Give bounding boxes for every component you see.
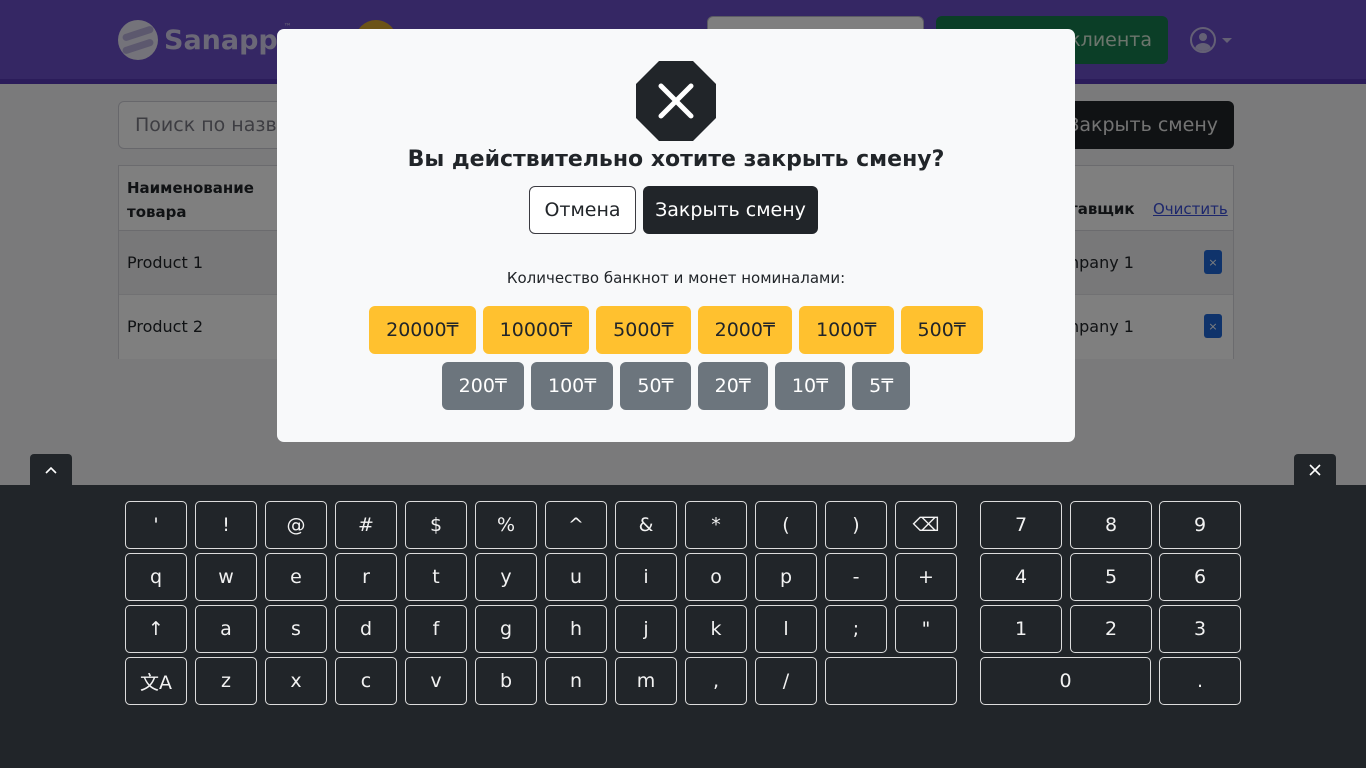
key[interactable]: u — [545, 553, 607, 601]
denomination-button[interactable]: 20₸ — [697, 362, 768, 410]
key[interactable]: ) — [825, 501, 887, 549]
key[interactable]: * — [685, 501, 747, 549]
denomination-button[interactable]: 100₸ — [531, 362, 614, 410]
key[interactable]: v — [405, 657, 467, 705]
denomination-button[interactable]: 20000₸ — [369, 306, 476, 354]
denomination-button[interactable]: 5₸ — [852, 362, 911, 410]
numpad-key[interactable]: 6 — [1159, 553, 1241, 601]
close-icon — [1309, 463, 1321, 476]
key[interactable]: n — [545, 657, 607, 705]
denomination-button[interactable]: 50₸ — [620, 362, 691, 410]
numpad-key[interactable]: 0 — [980, 657, 1151, 705]
dialog-title: Вы действительно хотите закрыть смену? — [407, 147, 945, 172]
key[interactable]: ! — [195, 501, 257, 549]
stop-x-icon — [636, 61, 716, 141]
bills-row: 20000₸ 10000₸ 5000₸ 2000₸ 1000₸ 500₸ — [277, 306, 1075, 354]
key[interactable]: j — [615, 605, 677, 653]
denomination-button[interactable]: 2000₸ — [697, 306, 793, 354]
key[interactable]: m — [615, 657, 677, 705]
shift-key[interactable]: ↑ — [125, 605, 187, 653]
denomination-button[interactable]: 200₸ — [441, 362, 524, 410]
space-key[interactable] — [825, 657, 957, 705]
numpad-key[interactable]: 3 — [1159, 605, 1241, 653]
key[interactable]: ' — [125, 501, 187, 549]
key[interactable]: x — [265, 657, 327, 705]
backspace-key[interactable]: ⌫ — [895, 501, 957, 549]
denomination-button[interactable]: 500₸ — [900, 306, 983, 354]
chevron-up-icon — [45, 466, 57, 474]
cancel-button[interactable]: Отмена — [529, 186, 636, 234]
key[interactable]: z — [195, 657, 257, 705]
key[interactable]: ( — [755, 501, 817, 549]
key[interactable]: , — [685, 657, 747, 705]
language-switch-key[interactable]: 文A — [125, 657, 187, 705]
numpad-key[interactable]: 4 — [980, 553, 1062, 601]
numpad-key[interactable]: 9 — [1159, 501, 1241, 549]
numpad-key[interactable]: 2 — [1070, 605, 1152, 653]
key[interactable]: q — [125, 553, 187, 601]
denomination-button[interactable]: 10000₸ — [482, 306, 590, 354]
key[interactable]: d — [335, 605, 397, 653]
denomination-button[interactable]: 5000₸ — [596, 306, 691, 354]
key[interactable]: r — [335, 553, 397, 601]
key[interactable]: e — [265, 553, 327, 601]
key[interactable]: $ — [405, 501, 467, 549]
denomination-button[interactable]: 1000₸ — [799, 306, 894, 354]
key[interactable]: h — [545, 605, 607, 653]
key[interactable]: p — [755, 553, 817, 601]
key[interactable]: y — [475, 553, 537, 601]
key[interactable]: a — [195, 605, 257, 653]
key[interactable]: k — [685, 605, 747, 653]
keyboard-collapse-button[interactable] — [30, 454, 72, 485]
denomination-button[interactable]: 10₸ — [774, 362, 846, 410]
key[interactable]: + — [895, 553, 957, 601]
confirm-close-shift-button[interactable]: Закрыть смену — [643, 186, 818, 234]
virtual-keyboard: '! @ # $% ^ & *() ⌫ q w e r t y u i o p - + ↑ a s d f g h j k l; " 文A z x… — [0, 485, 1366, 768]
key[interactable]: f — [405, 605, 467, 653]
key[interactable]: - — [825, 553, 887, 601]
key[interactable]: w — [195, 553, 257, 601]
keyboard-close-button[interactable] — [1294, 454, 1336, 485]
key[interactable]: s — [265, 605, 327, 653]
key[interactable]: ; — [825, 605, 887, 653]
numpad-key[interactable]: . — [1159, 657, 1241, 705]
key[interactable]: o — [685, 553, 747, 601]
key[interactable]: l — [755, 605, 817, 653]
key[interactable]: g — [475, 605, 537, 653]
numpad-key[interactable]: 5 — [1070, 553, 1152, 601]
numpad-key[interactable]: 1 — [980, 605, 1062, 653]
denominations-label: Количество банкнот и монет номиналами: — [506, 269, 846, 287]
key[interactable]: ^ — [545, 501, 607, 549]
key[interactable]: i — [615, 553, 677, 601]
key[interactable]: c — [335, 657, 397, 705]
key[interactable]: / — [755, 657, 817, 705]
key[interactable]: # — [335, 501, 397, 549]
key[interactable]: " — [895, 605, 957, 653]
key[interactable]: b — [475, 657, 537, 705]
key[interactable]: % — [475, 501, 537, 549]
close-shift-dialog: Вы действительно хотите закрыть смену? О… — [277, 29, 1075, 442]
key[interactable]: @ — [265, 501, 327, 549]
coins-row: 200₸ 100₸ 50₸ 20₸ 10₸ 5₸ — [277, 362, 1075, 410]
key[interactable]: & — [615, 501, 677, 549]
key[interactable]: t — [405, 553, 467, 601]
numpad-key[interactable]: 8 — [1070, 501, 1152, 549]
numpad-key[interactable]: 7 — [980, 501, 1062, 549]
